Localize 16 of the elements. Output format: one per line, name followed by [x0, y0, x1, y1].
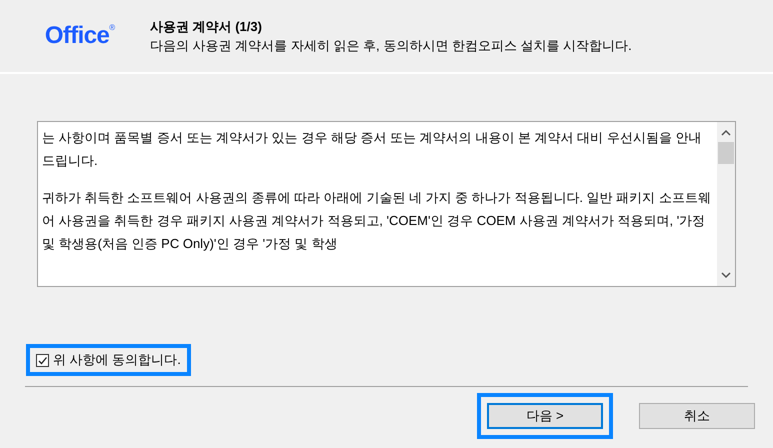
cancel-button[interactable]: 취소	[639, 403, 755, 429]
scroll-thumb[interactable]	[718, 142, 734, 164]
agree-checkbox[interactable]: 위 사항에 동의합니다.	[26, 344, 191, 376]
license-paragraph: 는 사항이며 품목별 증서 또는 계약서가 있는 경우 해당 증서 또는 계약서의 내용이 본 계약서 대비 우선시됨을 안내드립니다.	[42, 129, 702, 170]
scroll-down-icon[interactable]	[721, 270, 731, 280]
dialog-subtitle: 다음의 사용권 계약서를 자세히 읽은 후, 동의하시면 한컴오피스 설치를 시작합니다.	[150, 37, 632, 55]
dialog-title: 사용권 계약서 (1/3)	[150, 18, 263, 36]
license-paragraph: 귀하가 취득한 소프트웨어 사용권의 종류에 따라 아래에 기술된 네 가지 중 하나가 적용됩니다. 일반 패키지 소프트웨어 사용권을 취득한 경우 패키지 사용권 계약서가 적용되고, 'COEM'인 경우 COEM 사용권 계약서가 적용되며, '가정 및 학생용(처음 인증 PC Only)'인 경우 '가정 및 학생	[42, 189, 712, 253]
license-text-area[interactable]	[37, 121, 736, 287]
office-logo: Office	[44, 21, 110, 51]
registered-mark: ®	[109, 22, 116, 34]
checkbox[interactable]	[36, 354, 49, 366]
scrollbar[interactable]	[717, 122, 735, 286]
scroll-up-icon[interactable]	[721, 128, 731, 138]
next-button[interactable]: 다음 >	[487, 403, 603, 429]
checkmark-icon	[37, 354, 48, 366]
